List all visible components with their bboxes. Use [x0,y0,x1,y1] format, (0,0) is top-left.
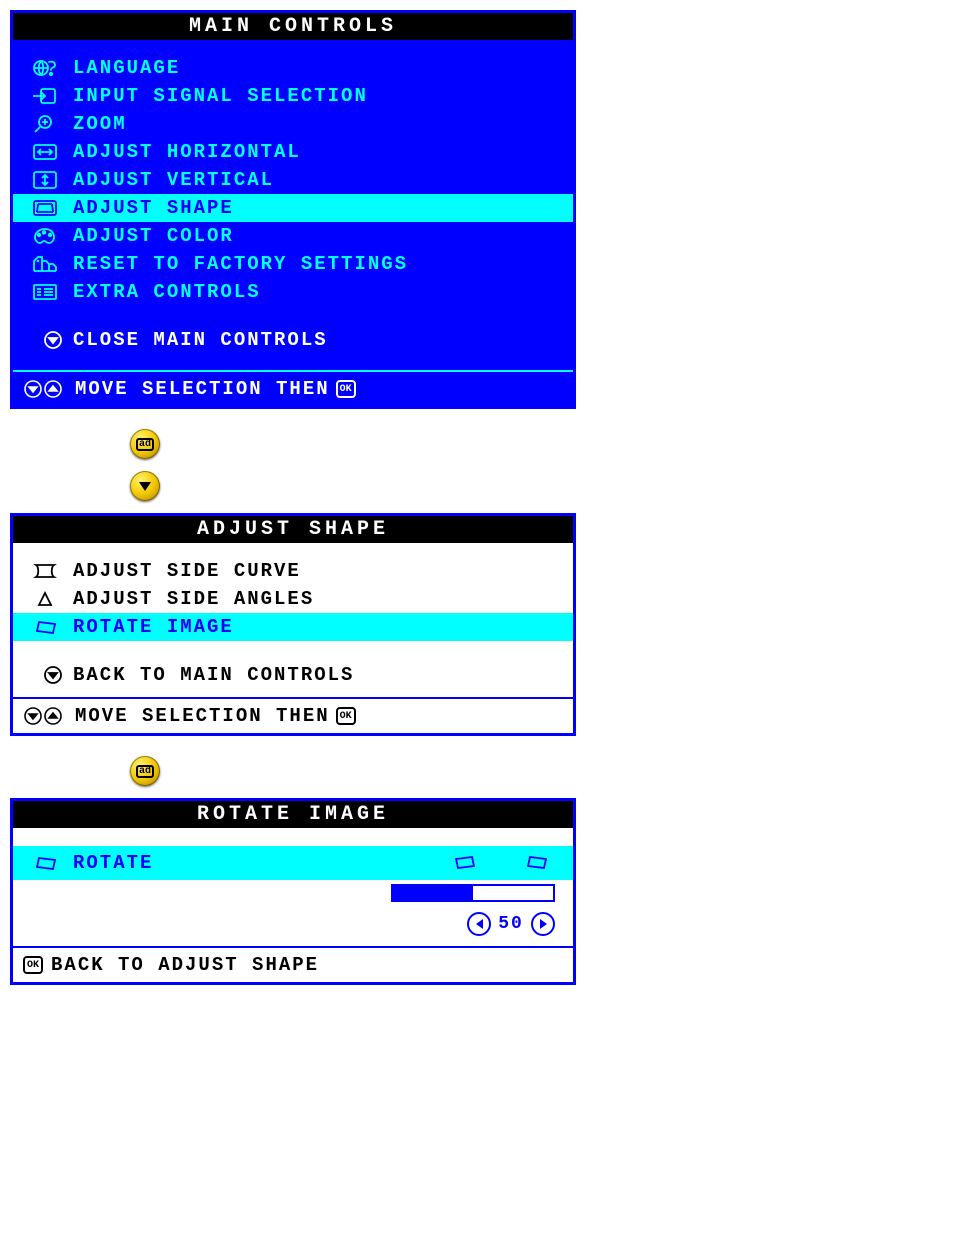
extra-icon [27,281,63,303]
side-angle-icon [27,588,63,610]
menu-label: BACK TO MAIN CONTROLS [73,664,354,686]
rotate-slider[interactable] [391,884,555,902]
ok-button[interactable]: ad [130,756,160,786]
side-curve-icon [27,560,63,582]
up-down-nav-icon [23,379,67,399]
rotate-label: ROTATE [73,852,153,874]
menu-item-reset-factory[interactable]: RESET TO FACTORY SETTINGS [13,250,573,278]
ok-button[interactable]: ad [130,429,160,459]
menu-item-input-signal[interactable]: INPUT SIGNAL SELECTION [13,82,573,110]
up-down-nav-icon [23,706,67,726]
menu-label: ADJUST HORIZONTAL [73,141,301,163]
zoom-icon [27,113,63,135]
menu-label: EXTRA CONTROLS [73,281,261,303]
horiz-icon [27,141,63,163]
menu-label: CLOSE MAIN CONTROLS [73,329,328,351]
menu-item-side-angles[interactable]: ADJUST SIDE ANGLES [13,585,573,613]
vert-icon [27,169,63,191]
menu-item-close[interactable]: CLOSE MAIN CONTROLS [13,326,573,354]
ok-icon: OK [336,707,356,725]
increase-button[interactable] [531,912,555,936]
menu-label: ROTATE IMAGE [73,616,234,638]
ok-icon: OK [23,956,43,974]
menu-item-adjust-horizontal[interactable]: ADJUST HORIZONTAL [13,138,573,166]
down-button[interactable] [130,471,160,501]
rotate-title: ROTATE IMAGE [13,801,573,828]
language-icon [27,57,63,79]
footer-text: MOVE SELECTION THEN [75,705,330,727]
shape-menu-body: ADJUST SIDE CURVE ADJUST SIDE ANGLES ROT… [13,543,573,689]
main-menu-body: LANGUAGE INPUT SIGNAL SELECTION ZOOM [13,40,573,370]
back-down-icon [27,664,63,686]
menu-label: INPUT SIGNAL SELECTION [73,85,368,107]
menu-label: ADJUST SHAPE [73,197,234,219]
rotate-ccw-icon [447,853,481,873]
menu-label: LANGUAGE [73,57,180,79]
ok-icon: OK [336,380,356,398]
menu-label: ZOOM [73,113,127,135]
menu-item-extra-controls[interactable]: EXTRA CONTROLS [13,278,573,306]
menu-item-rotate-image[interactable]: ROTATE IMAGE [13,613,573,641]
rotate-footer[interactable]: OK BACK TO ADJUST SHAPE [13,946,573,982]
menu-label: ADJUST VERTICAL [73,169,274,191]
menu-label: ADJUST SIDE ANGLES [73,588,314,610]
footer-text: MOVE SELECTION THEN [75,378,330,400]
rotate-image-panel: ROTATE IMAGE ROTATE [10,798,576,985]
menu-item-adjust-color[interactable]: ADJUST COLOR [13,222,573,250]
rotate-body: ROTATE 50 [13,828,573,946]
adjust-shape-panel: ADJUST SHAPE ADJUST SIDE CURVE ADJUST SI… [10,513,576,736]
input-icon [27,85,63,107]
menu-label: RESET TO FACTORY SETTINGS [73,253,408,275]
menu-item-zoom[interactable]: ZOOM [13,110,573,138]
menu-item-side-curve[interactable]: ADJUST SIDE CURVE [13,557,573,585]
reset-icon [27,253,63,275]
rotate-slider-row [13,880,573,912]
rotate-value-row: 50 [13,912,573,946]
menu-item-back-main[interactable]: BACK TO MAIN CONTROLS [13,661,573,689]
main-footer: MOVE SELECTION THEN OK [13,370,573,406]
rotate-icon [27,616,63,638]
menu-item-adjust-shape[interactable]: ADJUST SHAPE [13,194,573,222]
shape-icon [27,197,63,219]
rotate-cw-icon [521,853,555,873]
main-title: MAIN CONTROLS [13,13,573,40]
close-down-icon [27,329,63,351]
decrease-button[interactable] [467,912,491,936]
menu-item-language[interactable]: LANGUAGE [13,54,573,82]
color-icon [27,225,63,247]
menu-label: ADJUST SIDE CURVE [73,560,301,582]
menu-item-adjust-vertical[interactable]: ADJUST VERTICAL [13,166,573,194]
back-label: BACK TO ADJUST SHAPE [51,954,319,976]
rotate-value: 50 [491,914,531,934]
shape-title: ADJUST SHAPE [13,516,573,543]
rotate-icon [27,852,63,874]
rotate-option-row[interactable]: ROTATE [13,846,573,880]
shape-footer: MOVE SELECTION THEN OK [13,697,573,733]
menu-label: ADJUST COLOR [73,225,234,247]
main-controls-panel: MAIN CONTROLS LANGUAGE INPUT SIGNAL SELE… [10,10,576,409]
